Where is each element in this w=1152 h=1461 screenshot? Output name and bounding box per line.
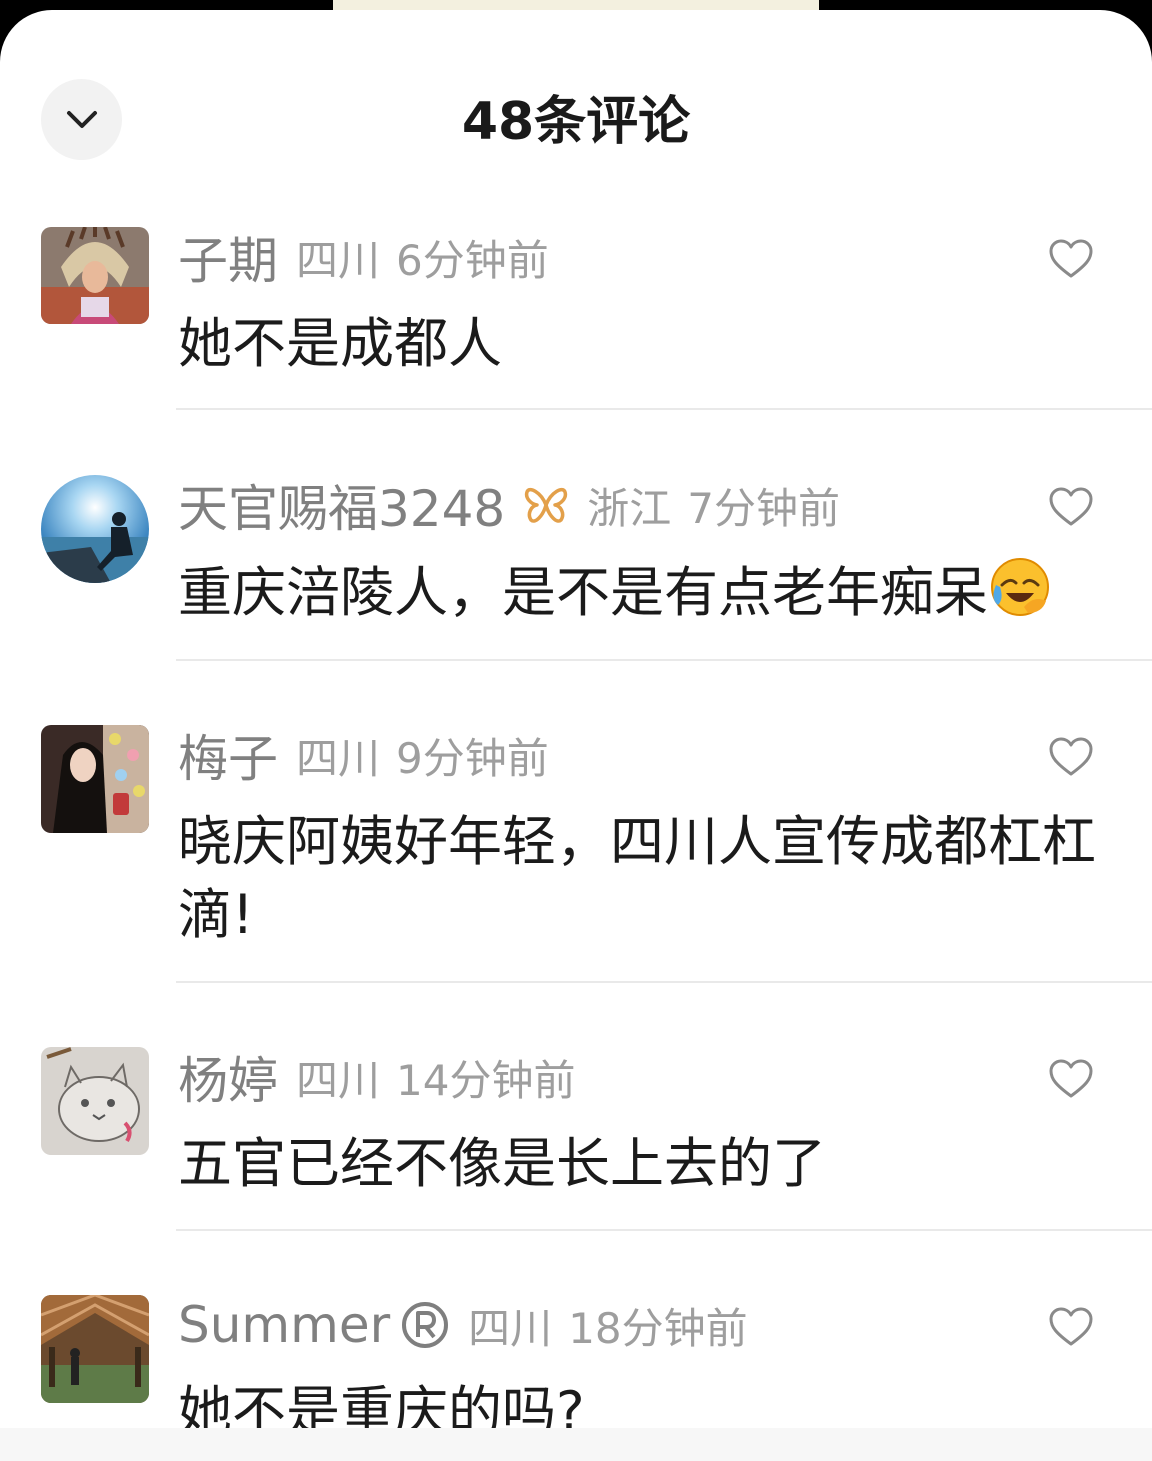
comment-meta: 子期 四川 6分钟前 (178, 227, 549, 290)
username[interactable]: 梅子 (178, 719, 278, 791)
timestamp: 18分钟前 (568, 1303, 748, 1353)
region: 浙江 (587, 483, 672, 533)
timestamp: 9分钟前 (396, 733, 549, 783)
comment-text-content: 重庆涪陵人，是不是有点老年痴呆 (178, 561, 988, 624)
heart-outline-icon[interactable] (1048, 1058, 1094, 1100)
comments-sheet: 48条评论 子期 四川 6分钟前 她不是成都人 天官赐福3248 浙江 7分钟前… (0, 10, 1152, 1461)
avatar[interactable] (41, 475, 149, 583)
divider (176, 408, 1152, 410)
comment-count-title: 48条评论 (461, 92, 691, 152)
comment-input-bar[interactable] (0, 1428, 1152, 1461)
username[interactable]: 天官赐福3248 (178, 469, 505, 541)
region: 四川 (468, 1303, 553, 1353)
comment-text: 她不是成都人 (178, 312, 502, 375)
region: 四川 (296, 733, 381, 783)
avatar[interactable] (41, 227, 149, 324)
laughing-crying-emoji (991, 558, 1049, 616)
heart-outline-icon[interactable] (1048, 736, 1094, 778)
heart-outline-icon[interactable] (1048, 1306, 1094, 1348)
heart-outline-icon[interactable] (1048, 238, 1094, 280)
butterfly-icon (523, 484, 569, 526)
region: 四川 (296, 235, 381, 285)
divider (176, 659, 1152, 661)
region: 四川 (296, 1055, 381, 1105)
registered-mark-icon (400, 1300, 450, 1350)
avatar[interactable] (41, 1047, 149, 1155)
username[interactable]: Summer (178, 1296, 390, 1354)
heart-outline-icon[interactable] (1048, 486, 1094, 528)
comment-meta: 梅子 四川 9分钟前 (178, 725, 549, 788)
avatar[interactable] (41, 1295, 149, 1403)
comment-meta: 杨婷 四川 14分钟前 (178, 1047, 576, 1110)
comment-meta: Summer 四川 18分钟前 (178, 1295, 748, 1355)
timestamp: 7分钟前 (687, 483, 840, 533)
comment-text: 五官已经不像是长上去的了 (178, 1132, 826, 1195)
avatar[interactable] (41, 725, 149, 833)
timestamp: 6分钟前 (396, 235, 549, 285)
username[interactable]: 子期 (178, 221, 278, 293)
comment-text: 重庆涪陵人，是不是有点老年痴呆 (178, 555, 1108, 629)
divider (176, 1229, 1152, 1231)
timestamp: 14分钟前 (396, 1055, 576, 1105)
username[interactable]: 杨婷 (178, 1041, 278, 1113)
comment-text: 晓庆阿姨好年轻，四川人宣传成都杠杠滴! (178, 810, 1096, 946)
comment-meta: 天官赐福3248 浙江 7分钟前 (178, 475, 840, 538)
divider (176, 981, 1152, 983)
